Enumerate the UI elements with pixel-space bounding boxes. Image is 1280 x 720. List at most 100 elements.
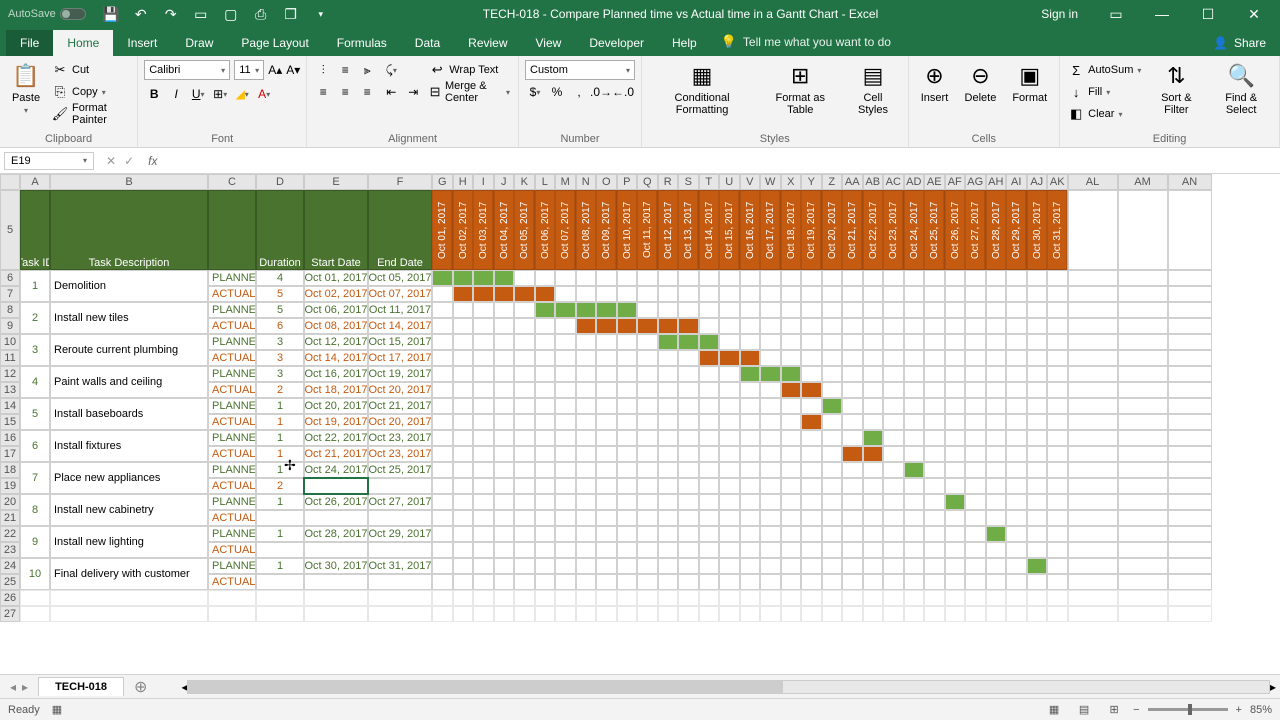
gantt-cell[interactable] xyxy=(1027,478,1048,494)
align-left-icon[interactable]: ≡ xyxy=(313,82,333,102)
gantt-cell[interactable] xyxy=(678,414,699,430)
gantt-cell[interactable] xyxy=(494,542,515,558)
start-date-cell[interactable]: Oct 16, 2017 xyxy=(304,366,368,382)
gantt-cell[interactable] xyxy=(1006,430,1027,446)
empty-cell[interactable] xyxy=(883,606,904,622)
gantt-cell[interactable] xyxy=(555,398,576,414)
gantt-cell[interactable] xyxy=(1006,558,1027,574)
empty-cell[interactable] xyxy=(1118,526,1168,542)
row-header[interactable]: 27 xyxy=(0,606,20,622)
col-header[interactable]: AG xyxy=(965,174,986,190)
plan-actual-label[interactable]: PLANNED xyxy=(208,430,256,446)
gantt-cell[interactable] xyxy=(986,526,1007,542)
empty-cell[interactable] xyxy=(904,590,925,606)
cancel-formula-icon[interactable]: ✕ xyxy=(106,154,116,168)
empty-cell[interactable] xyxy=(1118,478,1168,494)
gantt-cell[interactable] xyxy=(781,366,802,382)
gantt-cell[interactable] xyxy=(822,574,843,590)
plan-actual-label[interactable]: PLANNED xyxy=(208,366,256,382)
gantt-cell[interactable] xyxy=(842,414,863,430)
name-box[interactable]: E19▾ xyxy=(4,152,94,170)
gantt-cell[interactable] xyxy=(617,542,638,558)
gantt-cell[interactable] xyxy=(740,478,761,494)
gantt-cell[interactable] xyxy=(822,526,843,542)
duration-cell[interactable]: 1 xyxy=(256,414,304,430)
empty-cell[interactable] xyxy=(740,590,761,606)
gantt-cell[interactable] xyxy=(1006,398,1027,414)
gantt-cell[interactable] xyxy=(658,526,679,542)
gantt-cell[interactable] xyxy=(801,430,822,446)
gantt-cell[interactable] xyxy=(494,510,515,526)
row-header[interactable]: 12 xyxy=(0,366,20,382)
gantt-cell[interactable] xyxy=(781,334,802,350)
gantt-cell[interactable] xyxy=(1006,446,1027,462)
gantt-cell[interactable] xyxy=(924,478,945,494)
gantt-cell[interactable] xyxy=(781,270,802,286)
cut-button[interactable]: ✂Cut xyxy=(50,60,131,80)
gantt-cell[interactable] xyxy=(781,350,802,366)
col-header[interactable]: AB xyxy=(863,174,884,190)
gantt-cell[interactable] xyxy=(740,574,761,590)
gantt-cell[interactable] xyxy=(494,478,515,494)
gantt-cell[interactable] xyxy=(555,446,576,462)
col-header[interactable]: AD xyxy=(904,174,925,190)
gantt-cell[interactable] xyxy=(617,430,638,446)
gantt-cell[interactable] xyxy=(678,382,699,398)
empty-cell[interactable] xyxy=(555,590,576,606)
gantt-cell[interactable] xyxy=(699,398,720,414)
gantt-cell[interactable] xyxy=(678,334,699,350)
gantt-cell[interactable] xyxy=(1047,446,1068,462)
gantt-cell[interactable] xyxy=(699,446,720,462)
gantt-cell[interactable] xyxy=(535,286,556,302)
gantt-cell[interactable] xyxy=(699,302,720,318)
empty-cell[interactable] xyxy=(1168,526,1212,542)
gantt-cell[interactable] xyxy=(863,446,884,462)
gantt-cell[interactable] xyxy=(740,382,761,398)
gantt-cell[interactable] xyxy=(965,398,986,414)
view-normal-icon[interactable]: ▦ xyxy=(1043,701,1065,719)
empty-cell[interactable] xyxy=(904,606,925,622)
gantt-cell[interactable] xyxy=(924,366,945,382)
gantt-cell[interactable] xyxy=(842,478,863,494)
empty-cell[interactable] xyxy=(453,590,474,606)
empty-cell[interactable] xyxy=(1118,430,1168,446)
gantt-cell[interactable] xyxy=(637,302,658,318)
gantt-cell[interactable] xyxy=(535,494,556,510)
gantt-cell[interactable] xyxy=(986,286,1007,302)
gantt-cell[interactable] xyxy=(432,430,453,446)
gantt-cell[interactable] xyxy=(760,382,781,398)
gantt-cell[interactable] xyxy=(678,574,699,590)
gantt-cell[interactable] xyxy=(760,350,781,366)
empty-cell[interactable] xyxy=(965,590,986,606)
align-top-icon[interactable]: ⫶ xyxy=(313,60,333,80)
gantt-cell[interactable] xyxy=(514,334,535,350)
bold-button[interactable]: B xyxy=(144,84,164,104)
gantt-cell[interactable] xyxy=(863,494,884,510)
gantt-cell[interactable] xyxy=(535,542,556,558)
gantt-cell[interactable] xyxy=(1027,350,1048,366)
gantt-cell[interactable] xyxy=(494,286,515,302)
align-bottom-icon[interactable]: ⫸ xyxy=(357,60,377,80)
gantt-cell[interactable] xyxy=(945,494,966,510)
gantt-cell[interactable] xyxy=(904,302,925,318)
gantt-cell[interactable] xyxy=(658,510,679,526)
gantt-cell[interactable] xyxy=(986,542,1007,558)
gantt-cell[interactable] xyxy=(678,318,699,334)
end-date-cell[interactable]: Oct 14, 2017 xyxy=(368,318,432,334)
font-size-select[interactable]: 11▾ xyxy=(234,60,264,80)
task-desc-cell[interactable]: Install new lighting xyxy=(50,526,208,558)
gantt-cell[interactable] xyxy=(719,366,740,382)
empty-cell[interactable] xyxy=(1068,318,1118,334)
gantt-cell[interactable] xyxy=(576,286,597,302)
gantt-cell[interactable] xyxy=(555,286,576,302)
end-date-cell[interactable]: Oct 29, 2017 xyxy=(368,526,432,542)
gantt-cell[interactable] xyxy=(904,382,925,398)
gantt-cell[interactable] xyxy=(924,462,945,478)
gantt-cell[interactable] xyxy=(1047,494,1068,510)
close-icon[interactable]: ✕ xyxy=(1234,0,1274,28)
gantt-cell[interactable] xyxy=(924,270,945,286)
gantt-cell[interactable] xyxy=(904,430,925,446)
gantt-cell[interactable] xyxy=(945,446,966,462)
gantt-cell[interactable] xyxy=(576,302,597,318)
gantt-cell[interactable] xyxy=(453,398,474,414)
